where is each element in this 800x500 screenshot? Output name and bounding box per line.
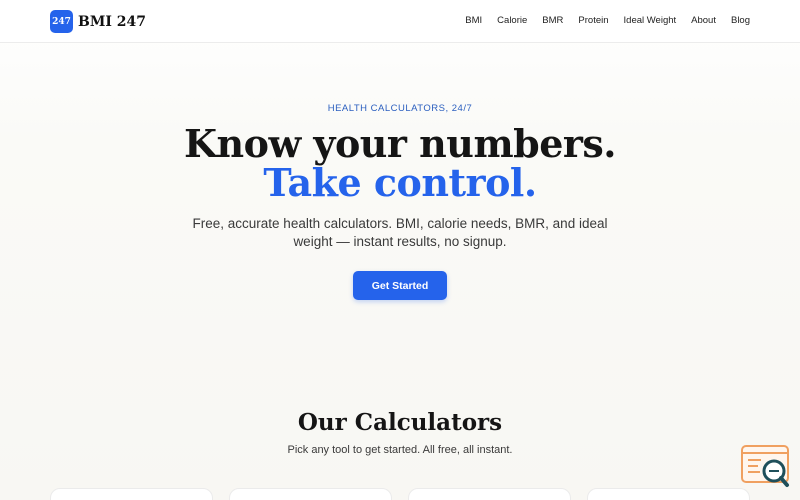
calculator-card[interactable]: [408, 488, 571, 500]
brand-name: BMI 247: [78, 13, 146, 30]
hero-eyebrow: HEALTH CALCULATORS, 24/7: [327, 103, 473, 114]
search-chat-icon: [741, 445, 789, 487]
brand-logo-link[interactable]: 247 BMI 247: [50, 10, 146, 33]
logo-icon: 247: [50, 10, 73, 33]
nav-link-calorie[interactable]: Calorie: [497, 15, 527, 26]
main-nav: BMI Calorie BMR Protein Ideal Weight Abo…: [450, 15, 750, 26]
hero-headline-line2: Take control.: [263, 160, 537, 205]
nav-link-ideal-weight[interactable]: Ideal Weight: [624, 15, 677, 26]
calculator-card[interactable]: [587, 488, 750, 500]
nav-link-blog[interactable]: Blog: [731, 15, 750, 26]
nav-link-bmi[interactable]: BMI: [465, 15, 482, 26]
hero-headline: Know your numbers. Take control.: [0, 124, 800, 202]
calculators-title: Our Calculators: [297, 409, 503, 436]
get-started-button[interactable]: Get Started: [353, 271, 447, 300]
calculator-card[interactable]: [50, 488, 213, 500]
nav-link-bmr[interactable]: BMR: [542, 15, 563, 26]
calculators-subtitle: Pick any tool to get started. All free, …: [287, 444, 513, 456]
search-chat-widget[interactable]: [741, 444, 791, 488]
calculator-card[interactable]: [229, 488, 392, 500]
nav-link-protein[interactable]: Protein: [578, 15, 608, 26]
nav-link-about[interactable]: About: [691, 15, 716, 26]
logo-text: 247: [52, 16, 71, 27]
hero-subtitle: Free, accurate health calculators. BMI, …: [192, 216, 608, 249]
navbar: 247 BMI 247 BMI Calorie BMR Protein Idea…: [0, 0, 800, 43]
